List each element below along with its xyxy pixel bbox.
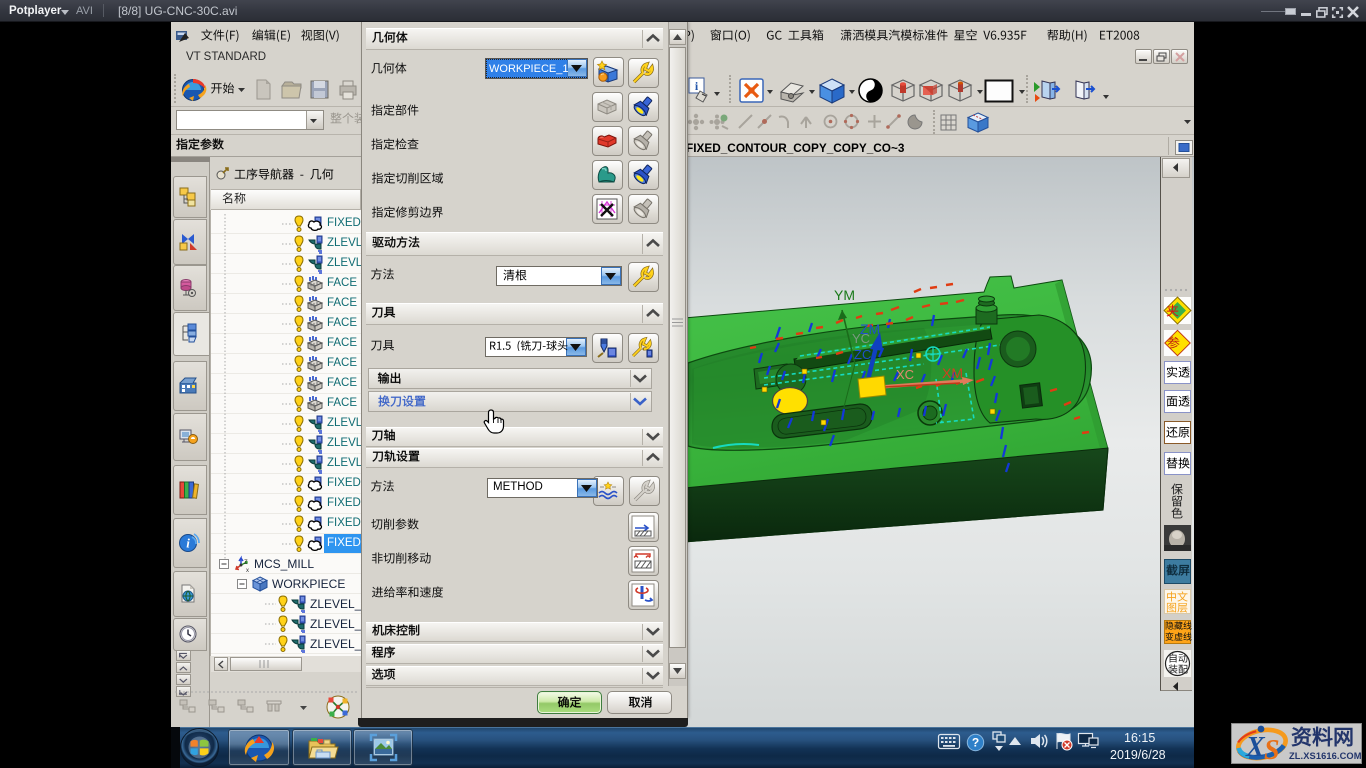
svg-text:XM: XM [942, 365, 963, 381]
svg-text:i: i [186, 536, 190, 551]
svg-text:YC: YC [852, 331, 870, 346]
svg-text:S: S [1264, 735, 1280, 766]
svg-text:X: X [1245, 732, 1266, 763]
svg-text:YM: YM [834, 287, 855, 303]
svg-text:Z: Z [244, 560, 248, 566]
svg-text:XC: XC [896, 367, 914, 382]
svg-text:ZC: ZC [854, 347, 871, 362]
svg-text:?: ? [972, 736, 979, 750]
